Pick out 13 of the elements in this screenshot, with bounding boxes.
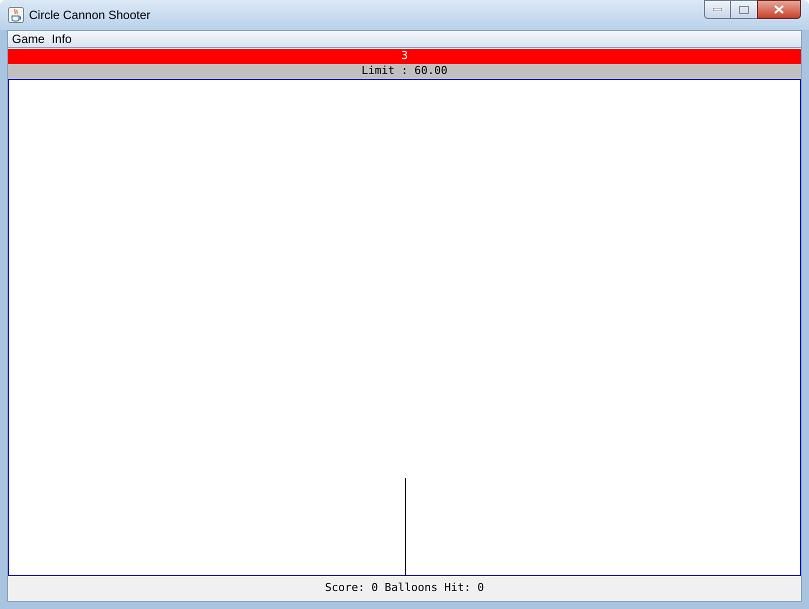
limit-label: Limit : 60.00: [361, 63, 448, 80]
minimize-icon: [713, 8, 722, 11]
menu-item[interactable]: Game: [12, 30, 45, 48]
countdown-value: 3: [401, 48, 408, 64]
maximize-button[interactable]: [731, 0, 757, 19]
minimize-button[interactable]: [704, 0, 731, 19]
status-text: Score: 0 Balloons Hit: 0: [325, 580, 484, 596]
maximize-icon: [739, 6, 749, 14]
coffee-cup-icon: [8, 7, 24, 23]
window-title: Circle Cannon Shooter: [29, 7, 150, 24]
close-button[interactable]: [757, 0, 801, 19]
close-icon: [774, 5, 784, 14]
menu-item[interactable]: Info: [52, 30, 72, 48]
